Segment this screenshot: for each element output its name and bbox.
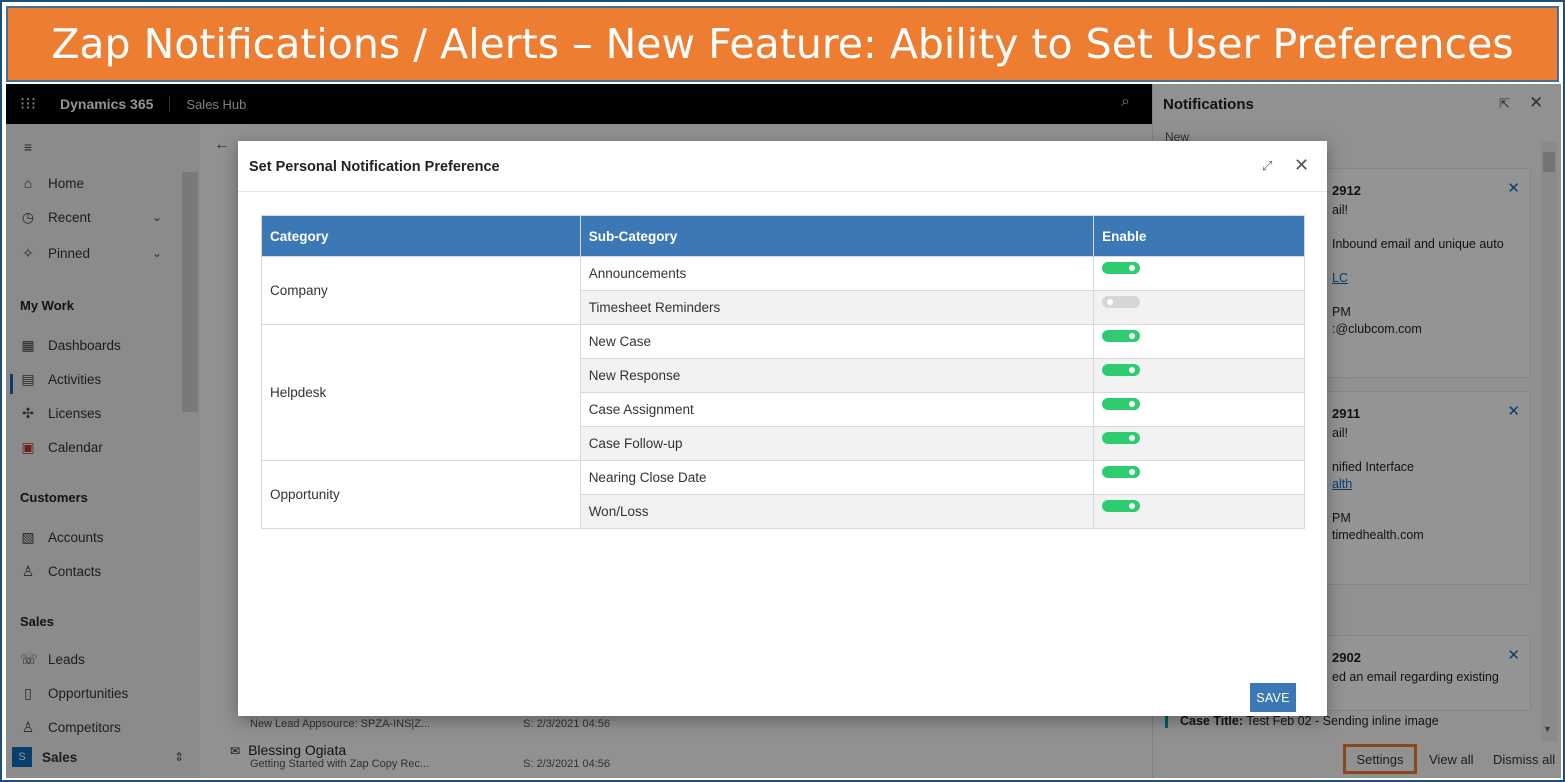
enable-toggle[interactable] xyxy=(1102,432,1141,445)
toggle-knob xyxy=(1129,367,1136,374)
enable-cell xyxy=(1093,290,1305,325)
table-row: Company Announcements xyxy=(261,256,1305,325)
category-cell: Company xyxy=(261,256,581,325)
screenshot-frame: Zap Notifications / Alerts – New Feature… xyxy=(0,0,1565,782)
enable-toggle[interactable] xyxy=(1102,262,1141,275)
save-button[interactable]: SAVE xyxy=(1250,683,1296,712)
subcategory-cell: Announcements xyxy=(579,256,1095,291)
close-icon[interactable]: ✕ xyxy=(1294,155,1309,176)
column-header-category: Category xyxy=(261,215,581,257)
enable-toggle[interactable] xyxy=(1102,330,1141,343)
subcategory-cell: Won/Loss xyxy=(579,494,1095,529)
enable-cell xyxy=(1093,392,1305,427)
enable-cell xyxy=(1093,426,1305,461)
dialog-title: Set Personal Notification Preference xyxy=(249,159,500,175)
category-cell: Opportunity xyxy=(261,460,581,529)
toggle-knob xyxy=(1129,503,1136,510)
enable-cell xyxy=(1093,358,1305,393)
toggle-knob xyxy=(1129,435,1136,442)
column-header-enable: Enable xyxy=(1093,215,1305,257)
enable-cell xyxy=(1093,460,1305,495)
enable-cell xyxy=(1093,324,1305,359)
enable-toggle[interactable] xyxy=(1102,398,1141,411)
table-row: Opportunity Nearing Close Date xyxy=(261,460,1305,529)
toggle-knob xyxy=(1129,265,1136,272)
feature-banner: Zap Notifications / Alerts – New Feature… xyxy=(6,6,1559,82)
column-header-subcategory: Sub-Category xyxy=(579,215,1095,257)
table-row: Helpdesk New Case xyxy=(261,324,1305,461)
dialog-header: Set Personal Notification Preference ⤢ ✕ xyxy=(238,141,1327,192)
enable-toggle[interactable] xyxy=(1102,364,1141,377)
table-header-row: Category Sub-Category Enable xyxy=(261,215,1305,257)
subcategory-cell: Case Assignment xyxy=(579,392,1095,427)
enable-toggle[interactable] xyxy=(1102,296,1141,309)
category-cell: Helpdesk xyxy=(261,324,581,461)
toggle-knob xyxy=(1129,401,1136,408)
subcategory-cell: Case Follow-up xyxy=(579,426,1095,461)
subcategory-cell: Nearing Close Date xyxy=(579,460,1095,495)
expand-icon[interactable]: ⤢ xyxy=(1262,158,1272,174)
toggle-knob xyxy=(1129,469,1136,476)
subcategory-cell: New Response xyxy=(579,358,1095,393)
preference-table: Category Sub-Category Enable Company Anno… xyxy=(261,215,1305,529)
subcategory-cell: Timesheet Reminders xyxy=(579,290,1095,325)
enable-cell xyxy=(1093,494,1305,529)
toggle-knob xyxy=(1129,333,1136,340)
preference-dialog: Set Personal Notification Preference ⤢ ✕… xyxy=(238,141,1327,716)
enable-toggle[interactable] xyxy=(1102,466,1141,479)
subcategory-cell: New Case xyxy=(579,324,1095,359)
toggle-knob xyxy=(1107,299,1114,306)
enable-cell xyxy=(1093,256,1305,291)
enable-toggle[interactable] xyxy=(1102,500,1141,513)
